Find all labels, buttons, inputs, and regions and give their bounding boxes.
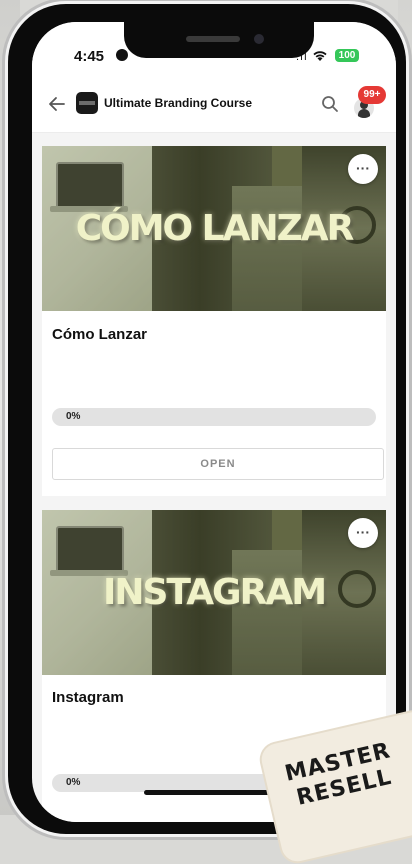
app-header: Ultimate Branding Course — [32, 76, 396, 133]
course-thumbnail[interactable]: INSTAGRAM ··· — [42, 510, 386, 675]
course-card: CÓMO LANZAR ··· Cómo Lanzar 0% OPEN — [42, 146, 386, 496]
phone-notch — [124, 22, 314, 58]
battery-indicator: 100 — [335, 49, 359, 62]
more-options-icon[interactable]: ··· — [348, 154, 378, 184]
course-title: Cómo Lanzar — [52, 326, 148, 343]
page-title: Ultimate Branding Course — [104, 96, 253, 110]
phone-screen: 4:45 .ıl 100 Ultimate Branding Course 99… — [32, 22, 396, 822]
front-camera — [254, 34, 264, 44]
app-logo — [76, 92, 98, 114]
location-icon — [116, 49, 128, 61]
status-time: 4:45 — [74, 48, 105, 65]
speaker-grille — [186, 36, 240, 42]
phone-frame: 4:45 .ıl 100 Ultimate Branding Course 99… — [8, 4, 406, 834]
thumbnail-title: INSTAGRAM — [102, 572, 327, 613]
progress-label: 0% — [66, 411, 81, 422]
search-icon[interactable] — [320, 94, 340, 114]
back-arrow-icon[interactable] — [46, 93, 68, 115]
progress-label: 0% — [66, 777, 81, 788]
course-title: Instagram — [52, 689, 124, 706]
progress-bar: 0% — [52, 408, 376, 426]
home-indicator — [144, 790, 282, 795]
thumbnail-title: CÓMO LANZAR — [75, 208, 355, 249]
course-thumbnail[interactable]: CÓMO LANZAR ··· — [42, 146, 386, 311]
notification-badge[interactable]: 99+ — [358, 86, 386, 104]
open-button[interactable]: OPEN — [52, 448, 384, 480]
wifi-icon — [313, 51, 327, 61]
more-options-icon[interactable]: ··· — [348, 518, 378, 548]
